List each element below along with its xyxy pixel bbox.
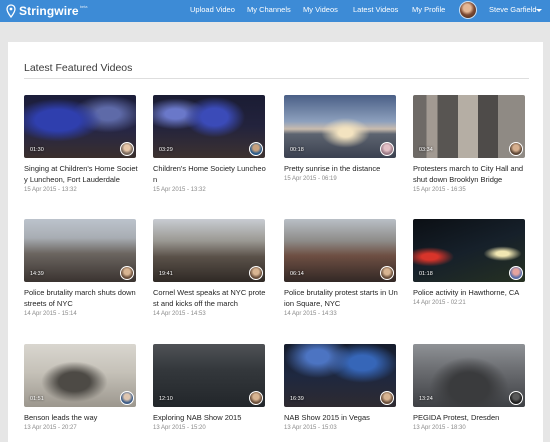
video-duration: 00:18	[290, 147, 304, 153]
video-title[interactable]: Children's Home Society Luncheon	[153, 163, 267, 185]
brand-name: Stringwire	[19, 4, 79, 18]
user-name[interactable]: Steve Garfield	[489, 0, 537, 22]
uploader-avatar[interactable]	[249, 266, 263, 280]
video-duration: 03:29	[159, 147, 173, 153]
video-title[interactable]: Protesters march to City Hall and shut d…	[413, 163, 527, 185]
nav-my-videos[interactable]: My Videos	[303, 0, 338, 22]
beta-badge: beta	[79, 4, 88, 9]
location-pin-icon	[6, 4, 16, 18]
uploader-avatar[interactable]	[509, 266, 523, 280]
video-thumbnail[interactable]: 01:30	[24, 95, 136, 158]
video-duration: 12:10	[159, 396, 173, 402]
video-title[interactable]: Singing at Children's Home Society Lunch…	[24, 163, 138, 185]
nav-my-profile[interactable]: My Profile	[412, 0, 445, 22]
video-thumbnail[interactable]: 19:41	[153, 219, 265, 282]
user-menu-caret-icon[interactable]	[536, 9, 542, 12]
video-duration: 16:39	[290, 396, 304, 402]
video-thumbnail[interactable]: 00:18	[284, 95, 396, 158]
video-duration: 06:14	[290, 271, 304, 277]
video-duration: 01:30	[30, 147, 44, 153]
nav-upload-video[interactable]: Upload Video	[190, 0, 235, 22]
nav-my-channels[interactable]: My Channels	[247, 0, 291, 22]
video-title[interactable]: PEGIDA Protest, Dresden	[413, 412, 527, 423]
video-title[interactable]: Cornel West speaks at NYC protest and ki…	[153, 287, 267, 309]
section-divider	[24, 78, 529, 79]
uploader-avatar[interactable]	[249, 142, 263, 156]
uploader-avatar[interactable]	[509, 142, 523, 156]
video-title[interactable]: Pretty sunrise in the distance	[284, 163, 398, 174]
featured-videos-panel: Latest Featured Videos 01:30 Singing at …	[8, 42, 543, 442]
video-date: 14 Apr 2015 - 14:33	[284, 311, 337, 317]
video-title[interactable]: Exploring NAB Show 2015	[153, 412, 267, 423]
video-duration: 13:24	[419, 396, 433, 402]
video-date: 13 Apr 2015 - 15:20	[153, 425, 206, 431]
video-title[interactable]: Police brutality march shuts down street…	[24, 287, 138, 309]
section-title: Latest Featured Videos	[24, 62, 133, 74]
video-date: 15 Apr 2015 - 13:32	[153, 187, 206, 193]
video-date: 13 Apr 2015 - 18:30	[413, 425, 466, 431]
video-date: 14 Apr 2015 - 14:53	[153, 311, 206, 317]
video-date: 14 Apr 2015 - 15:14	[24, 311, 77, 317]
video-thumbnail[interactable]: 13:24	[413, 344, 525, 407]
user-avatar[interactable]	[459, 1, 477, 19]
video-title[interactable]: Benson leads the way	[24, 412, 138, 423]
nav-latest-videos[interactable]: Latest Videos	[353, 0, 398, 22]
video-thumbnail[interactable]: 03:34	[413, 95, 525, 158]
uploader-avatar[interactable]	[380, 142, 394, 156]
video-title[interactable]: NAB Show 2015 in Vegas	[284, 412, 398, 423]
video-thumbnail[interactable]: 12:10	[153, 344, 265, 407]
video-date: 15 Apr 2015 - 16:35	[413, 187, 466, 193]
video-duration: 14:39	[30, 271, 44, 277]
video-thumbnail[interactable]: 06:14	[284, 219, 396, 282]
stringwire-logo[interactable]: Stringwire beta	[6, 2, 87, 20]
video-date: 15 Apr 2015 - 13:32	[24, 187, 77, 193]
video-duration: 01:18	[419, 271, 433, 277]
uploader-avatar[interactable]	[120, 142, 134, 156]
video-thumbnail[interactable]: 14:39	[24, 219, 136, 282]
uploader-avatar[interactable]	[120, 266, 134, 280]
video-thumbnail[interactable]: 01:51	[24, 344, 136, 407]
video-thumbnail[interactable]: 03:29	[153, 95, 265, 158]
video-duration: 03:34	[419, 147, 433, 153]
video-date: 13 Apr 2015 - 15:03	[284, 425, 337, 431]
uploader-avatar[interactable]	[380, 391, 394, 405]
video-title[interactable]: Police activity in Hawthorne, CA	[413, 287, 527, 298]
video-date: 14 Apr 2015 - 02:21	[413, 300, 466, 306]
video-thumbnail[interactable]: 16:39	[284, 344, 396, 407]
video-title[interactable]: Police brutality protest starts in Union…	[284, 287, 398, 309]
video-duration: 01:51	[30, 396, 44, 402]
video-duration: 19:41	[159, 271, 173, 277]
top-nav-bar: Stringwire beta Upload Video My Channels…	[0, 0, 550, 22]
video-thumbnail[interactable]: 01:18	[413, 219, 525, 282]
uploader-avatar[interactable]	[509, 391, 523, 405]
uploader-avatar[interactable]	[380, 266, 394, 280]
video-date: 13 Apr 2015 - 20:27	[24, 425, 77, 431]
video-date: 15 Apr 2015 - 06:19	[284, 176, 337, 182]
uploader-avatar[interactable]	[249, 391, 263, 405]
uploader-avatar[interactable]	[120, 391, 134, 405]
